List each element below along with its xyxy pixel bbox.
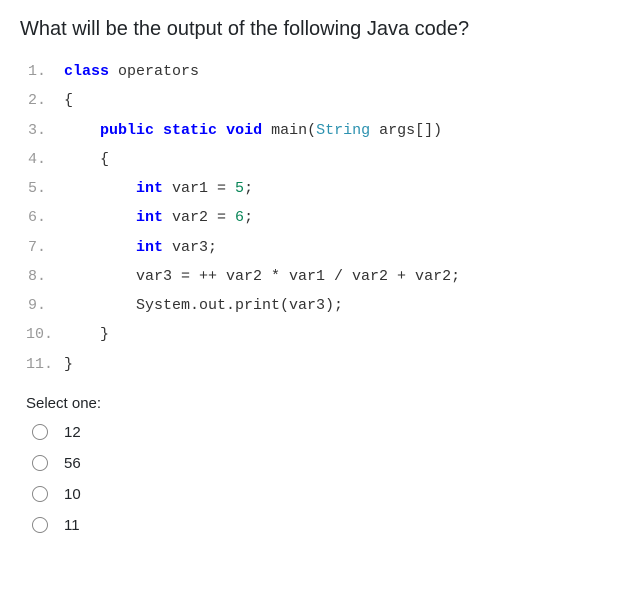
code-line: 5. int var1 = 5; bbox=[26, 174, 619, 203]
line-number: 4. bbox=[26, 145, 64, 174]
line-number: 10. bbox=[26, 320, 64, 349]
question-title: What will be the output of the following… bbox=[20, 18, 619, 41]
code-content: System.out.print(var3); bbox=[64, 291, 343, 320]
line-number: 5. bbox=[26, 174, 64, 203]
code-content: int var2 = 6; bbox=[64, 203, 253, 232]
radio-icon[interactable] bbox=[32, 424, 48, 440]
option-label: 56 bbox=[64, 455, 81, 472]
radio-icon[interactable] bbox=[32, 455, 48, 471]
code-line: 7. int var3; bbox=[26, 233, 619, 262]
line-number: 6. bbox=[26, 203, 64, 232]
code-line: 8. var3 = ++ var2 * var1 / var2 + var2; bbox=[26, 262, 619, 291]
option-label: 11 bbox=[64, 517, 80, 534]
code-content: int var3; bbox=[64, 233, 217, 262]
code-content: { bbox=[64, 86, 73, 115]
code-block: 1.class operators2.{3. public static voi… bbox=[20, 57, 619, 379]
select-one-label: Select one: bbox=[20, 395, 619, 412]
line-number: 7. bbox=[26, 233, 64, 262]
code-line: 11.} bbox=[26, 350, 619, 379]
line-number: 2. bbox=[26, 86, 64, 115]
code-line: 6. int var2 = 6; bbox=[26, 203, 619, 232]
option-label: 12 bbox=[64, 424, 81, 441]
code-line: 4. { bbox=[26, 145, 619, 174]
code-line: 3. public static void main(String args[]… bbox=[26, 116, 619, 145]
code-line: 9. System.out.print(var3); bbox=[26, 291, 619, 320]
option-12[interactable]: 12 bbox=[32, 424, 619, 441]
option-10[interactable]: 10 bbox=[32, 486, 619, 503]
radio-icon[interactable] bbox=[32, 486, 48, 502]
code-content: var3 = ++ var2 * var1 / var2 + var2; bbox=[64, 262, 460, 291]
line-number: 1. bbox=[26, 57, 64, 86]
code-content: } bbox=[64, 350, 73, 379]
line-number: 9. bbox=[26, 291, 64, 320]
option-56[interactable]: 56 bbox=[32, 455, 619, 472]
code-line: 10. } bbox=[26, 320, 619, 349]
code-content: int var1 = 5; bbox=[64, 174, 253, 203]
code-content: public static void main(String args[]) bbox=[64, 116, 442, 145]
line-number: 8. bbox=[26, 262, 64, 291]
options-group: 12 56 10 11 bbox=[20, 424, 619, 534]
option-label: 10 bbox=[64, 486, 81, 503]
code-line: 1.class operators bbox=[26, 57, 619, 86]
option-11[interactable]: 11 bbox=[32, 517, 619, 534]
code-content: } bbox=[64, 320, 109, 349]
radio-icon[interactable] bbox=[32, 517, 48, 533]
code-line: 2.{ bbox=[26, 86, 619, 115]
code-content: class operators bbox=[64, 57, 199, 86]
code-content: { bbox=[64, 145, 109, 174]
line-number: 3. bbox=[26, 116, 64, 145]
line-number: 11. bbox=[26, 350, 64, 379]
